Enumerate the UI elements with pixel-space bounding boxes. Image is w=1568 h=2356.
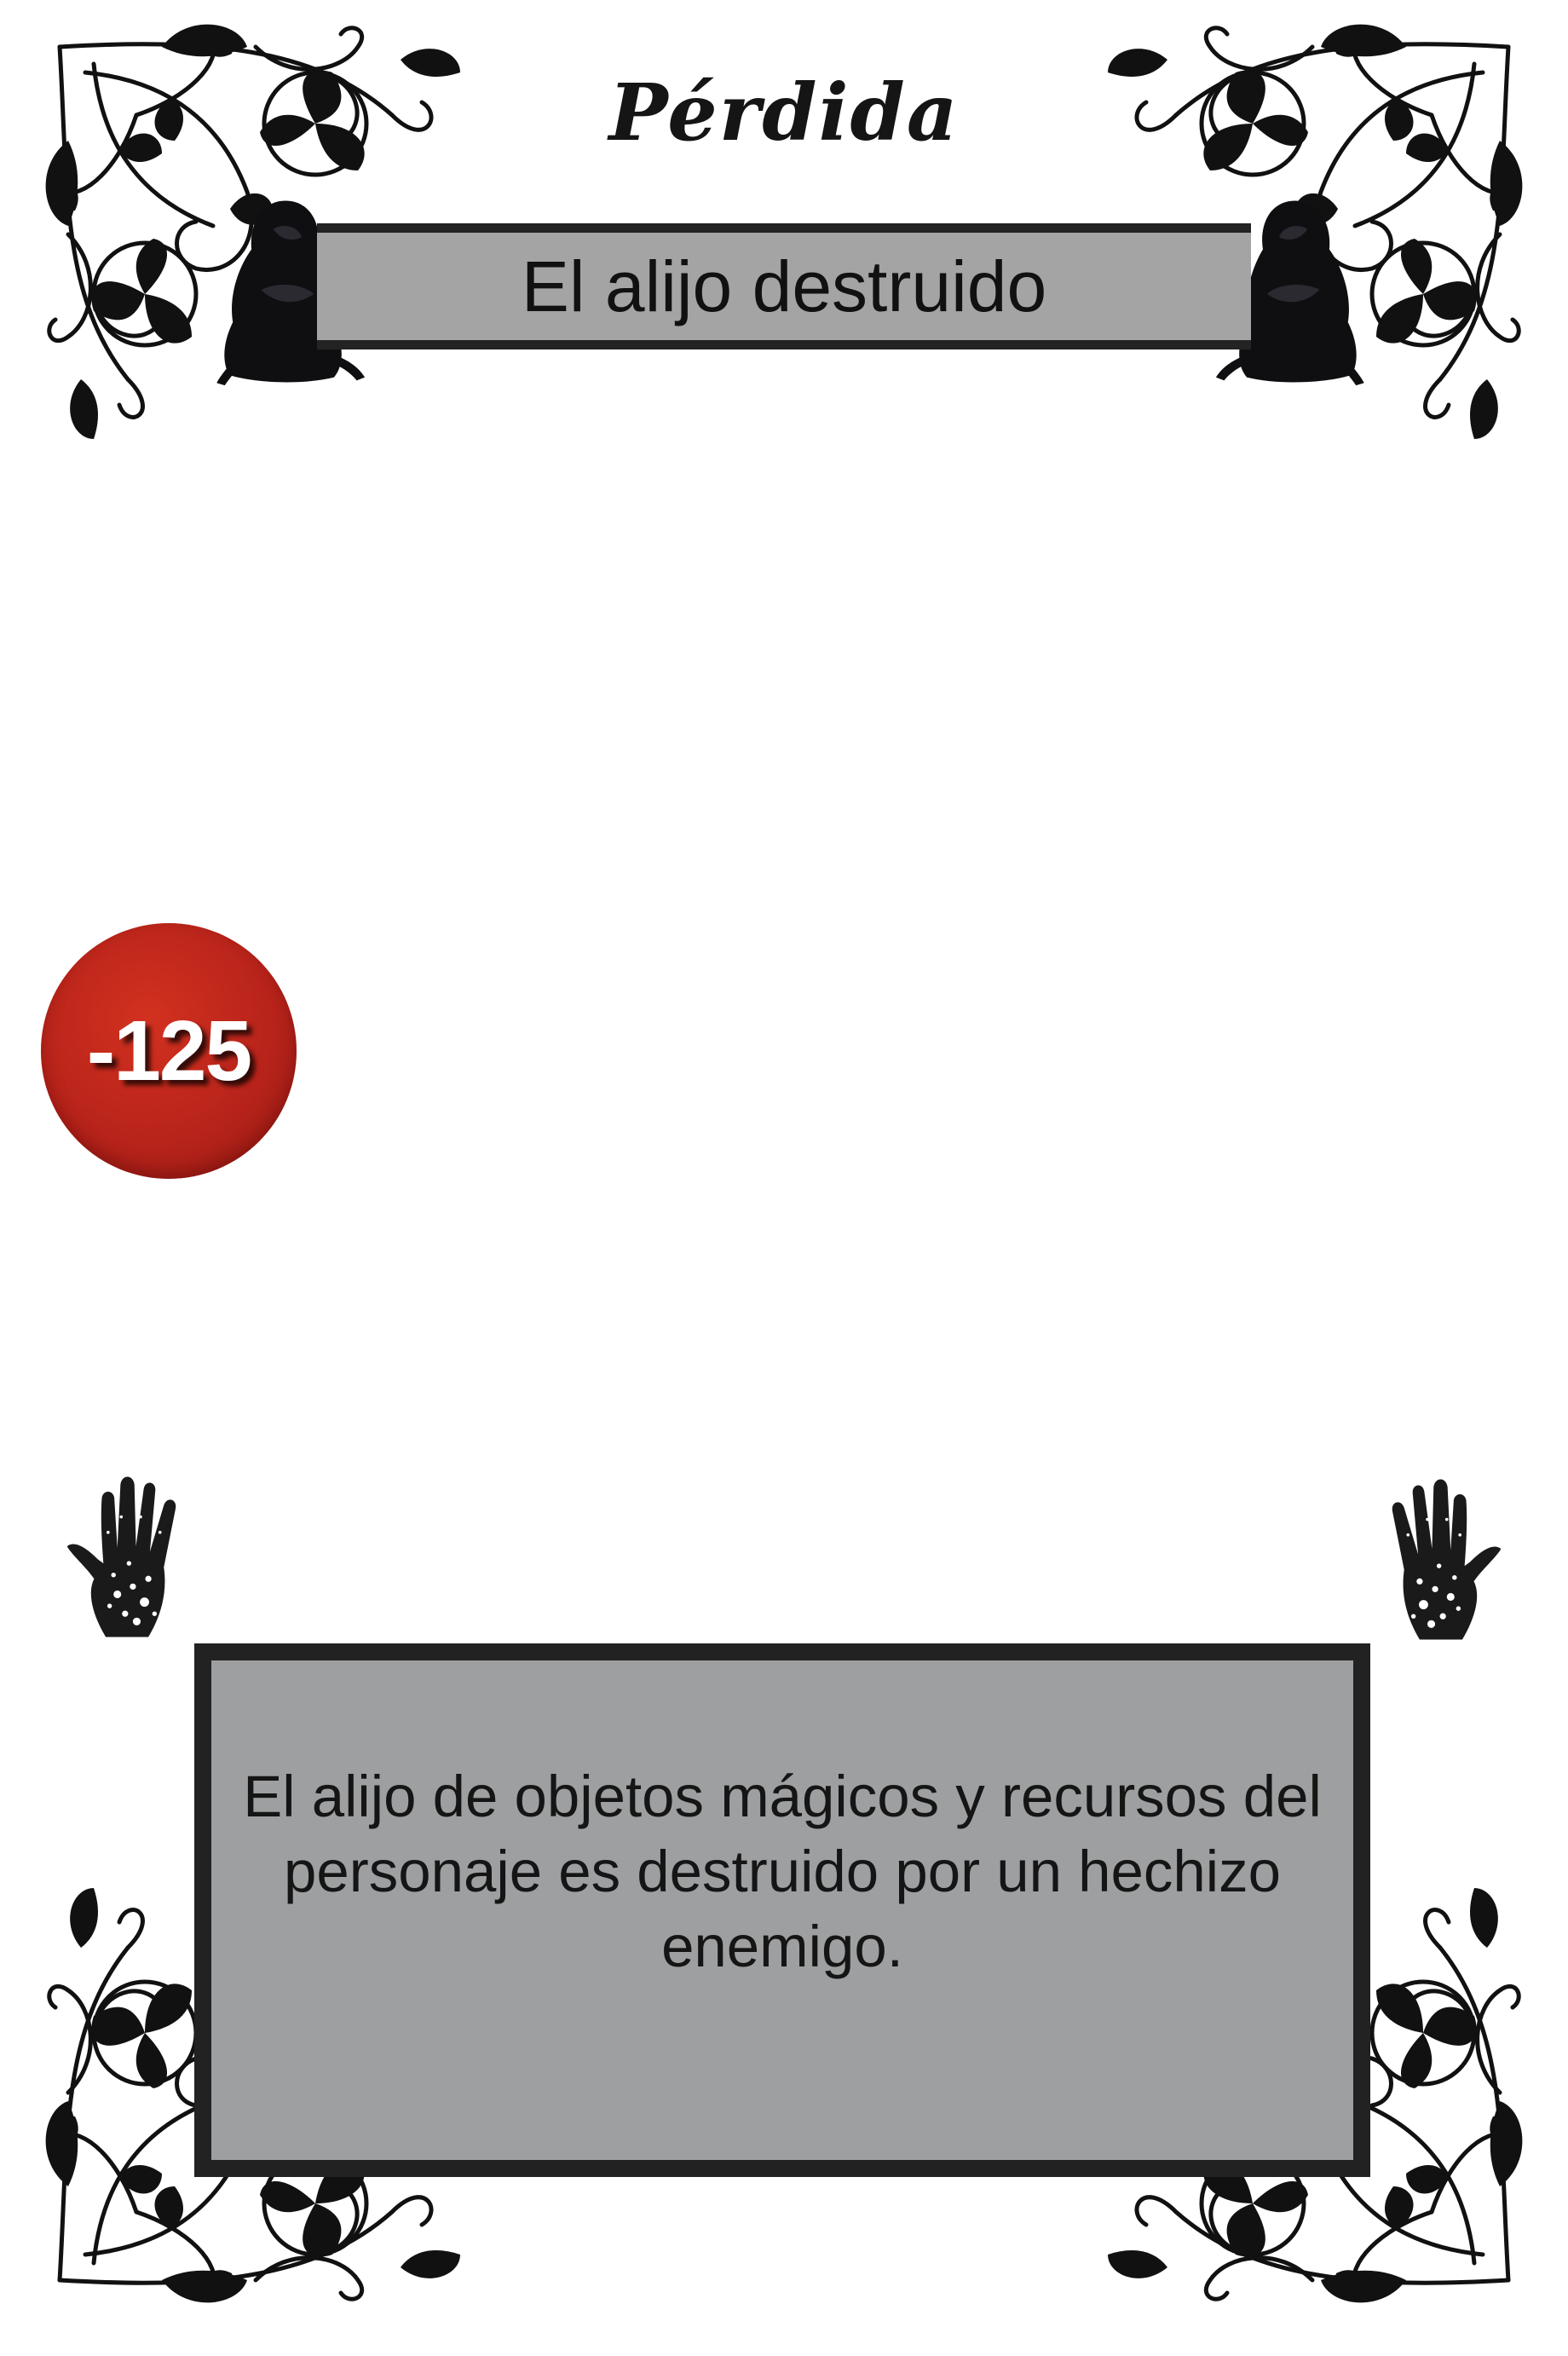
card-description-box: El alijo de objetos mágicos y recursos d… <box>194 1643 1370 2177</box>
card: Pérdida El alijo destruido -125 El alijo… <box>0 0 1568 2356</box>
cost-value: -125 <box>86 1002 252 1099</box>
cost-badge: -125 <box>41 923 297 1179</box>
handprint-icon <box>1342 1473 1513 1643</box>
card-title-bar: El alijo destruido <box>317 223 1251 349</box>
card-category: Pérdida <box>608 66 960 159</box>
card-description: El alijo de objetos mágicos y recursos d… <box>243 1764 1322 1979</box>
card-title: El alijo destruido <box>521 245 1047 326</box>
handprint-icon <box>55 1470 226 1641</box>
